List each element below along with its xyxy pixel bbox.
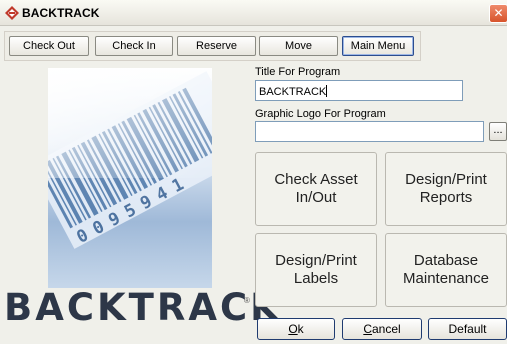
design-reports-label: Design/Print Reports bbox=[405, 171, 487, 206]
toolbar: Check Out Check In Reserve Move Main Men… bbox=[4, 31, 421, 61]
title-bar: BACKTRACK ✕ bbox=[0, 0, 507, 26]
design-labels-button[interactable]: Design/Print Labels bbox=[255, 233, 377, 307]
check-asset-label: Check Asset In/Out bbox=[274, 171, 358, 206]
database-maintenance-button[interactable]: Database Maintenance bbox=[385, 233, 507, 307]
close-button[interactable]: ✕ bbox=[489, 4, 507, 23]
close-icon: ✕ bbox=[493, 6, 504, 20]
title-label: Title For Program bbox=[255, 66, 341, 78]
brand-logo: BACKTRACK bbox=[4, 286, 282, 329]
design-labels-label: Design/Print Labels bbox=[275, 252, 357, 287]
registered-mark: ® bbox=[244, 296, 250, 305]
backtrack-app-icon bbox=[5, 6, 19, 20]
text-caret bbox=[326, 85, 328, 97]
cancel-mnemonic: C bbox=[363, 322, 372, 336]
barcode-artwork: 009 594 1 bbox=[48, 68, 212, 288]
check-asset-button[interactable]: Check Asset In/Out bbox=[255, 152, 377, 226]
window-title: BACKTRACK bbox=[22, 6, 100, 20]
ok-mnemonic: O bbox=[288, 322, 298, 336]
check-in-button[interactable]: Check In bbox=[95, 36, 173, 56]
move-button[interactable]: Move bbox=[259, 36, 338, 56]
default-button[interactable]: Default bbox=[428, 318, 507, 340]
title-input-value: BACKTRACK bbox=[259, 86, 327, 98]
main-menu-button[interactable]: Main Menu bbox=[342, 36, 414, 56]
cancel-label: ancel bbox=[371, 322, 401, 336]
ok-button[interactable]: Ok bbox=[257, 318, 335, 340]
logo-path-input[interactable] bbox=[255, 121, 484, 142]
design-reports-button[interactable]: Design/Print Reports bbox=[385, 152, 507, 226]
check-out-button[interactable]: Check Out bbox=[9, 36, 89, 56]
ok-label: k bbox=[297, 322, 304, 336]
cancel-button[interactable]: Cancel bbox=[342, 318, 422, 340]
title-input[interactable]: BACKTRACK bbox=[255, 80, 463, 101]
browse-logo-button[interactable]: ... bbox=[489, 122, 507, 141]
logo-label: Graphic Logo For Program bbox=[255, 108, 386, 120]
reserve-button[interactable]: Reserve bbox=[177, 36, 256, 56]
database-maintenance-label: Database Maintenance bbox=[403, 252, 489, 287]
